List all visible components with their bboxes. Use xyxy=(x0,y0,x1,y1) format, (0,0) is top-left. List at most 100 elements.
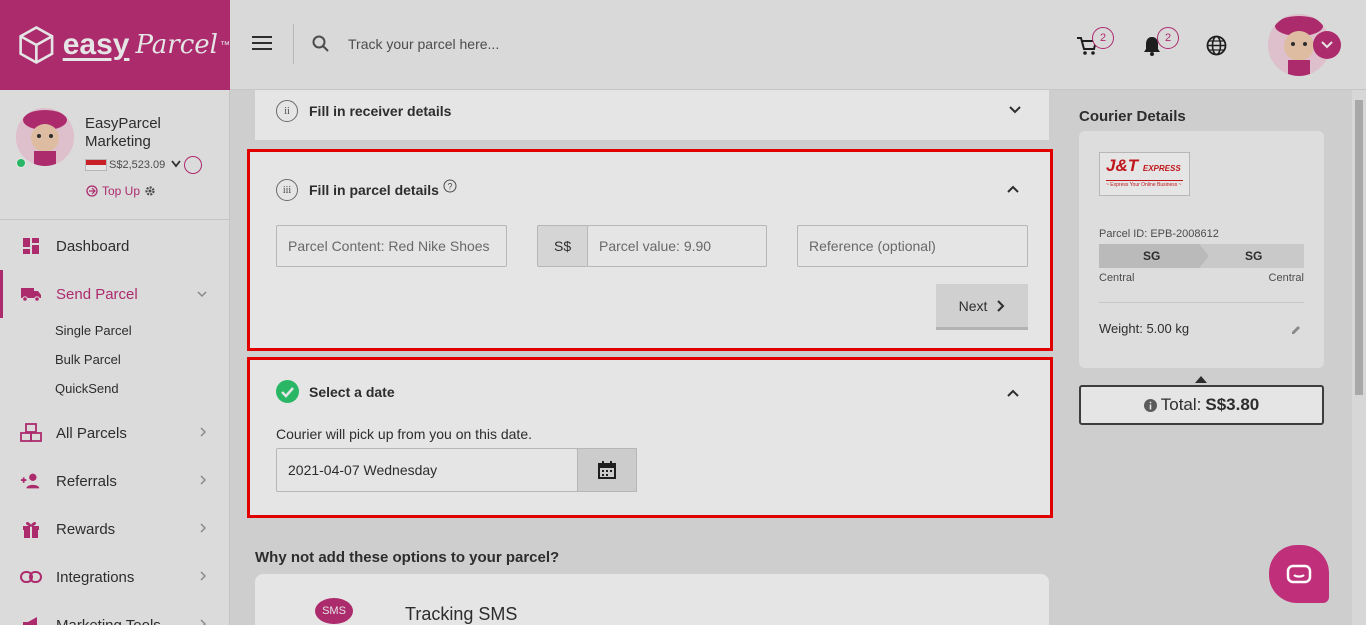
sidebar-item-marketing-tools[interactable]: Marketing Tools xyxy=(0,601,229,625)
sidebar-item-label: Referrals xyxy=(56,472,117,490)
chevron-right-icon xyxy=(200,618,207,625)
track-search-input[interactable] xyxy=(348,30,848,58)
calendar-button[interactable] xyxy=(577,448,637,492)
boxes-icon xyxy=(20,423,42,443)
sidebar-item-label: Marketing Tools xyxy=(56,616,161,625)
tracking-sms-option[interactable]: SMS Tracking SMS xyxy=(255,574,1049,625)
step-number: iii xyxy=(276,179,298,201)
chevron-up-icon[interactable] xyxy=(1007,183,1019,195)
chevron-right-icon xyxy=(200,474,207,488)
history-icon[interactable] xyxy=(184,156,202,174)
chevron-up-icon[interactable] xyxy=(1007,387,1019,399)
online-status-dot xyxy=(16,158,26,168)
total-value: S$3.80 xyxy=(1205,395,1260,414)
chevron-right-icon xyxy=(997,299,1005,312)
from-region: Central xyxy=(1099,272,1135,284)
dashboard-icon xyxy=(20,236,42,256)
chevron-down-icon[interactable] xyxy=(1009,104,1021,116)
sidebar-item-rewards[interactable]: Rewards xyxy=(0,505,229,553)
info-icon[interactable] xyxy=(1143,398,1157,412)
sidebar-item-label: Dashboard xyxy=(56,237,130,255)
megaphone-icon xyxy=(20,615,42,625)
sidebar-item-all-parcels[interactable]: All Parcels xyxy=(0,409,229,457)
main-content: ii Fill in receiver details iii Fill in … xyxy=(230,90,1366,625)
parcel-content-input[interactable] xyxy=(276,225,507,267)
total-pointer xyxy=(1195,376,1207,383)
next-button[interactable]: Next xyxy=(936,284,1028,330)
sidebar-item-send-parcel[interactable]: Send Parcel xyxy=(0,270,229,318)
sidebar-item-label: Send Parcel xyxy=(56,285,138,303)
box-logo-icon xyxy=(19,26,54,64)
sidebar-item-dashboard[interactable]: Dashboard xyxy=(0,222,229,270)
sidebar-subitem-quicksend[interactable]: QuickSend xyxy=(0,374,229,403)
notification-count-badge: 2 xyxy=(1157,27,1179,49)
sidebar-item-integrations[interactable]: Integrations xyxy=(0,553,229,601)
sidebar-item-referrals[interactable]: Referrals xyxy=(0,457,229,505)
step-number: ii xyxy=(276,100,298,122)
currency-addon: S$ xyxy=(537,225,588,267)
gear-icon[interactable] xyxy=(144,185,156,197)
chat-button[interactable] xyxy=(1269,545,1329,603)
total-box: Total: S$3.80 xyxy=(1079,385,1324,425)
check-circle-icon xyxy=(276,380,299,403)
parcel-id: Parcel ID: EPB-2008612 xyxy=(1099,228,1219,240)
reference-input[interactable] xyxy=(797,225,1028,267)
search-icon xyxy=(312,35,329,52)
account-balance: S$2,523.09 xyxy=(109,159,166,171)
select-date-section: Select a date Courier will pick up from … xyxy=(249,360,1051,516)
pickup-date-input[interactable]: 2021-04-07 Wednesday xyxy=(276,448,578,492)
divider xyxy=(1099,302,1304,303)
courier-logo-text: J&T xyxy=(1106,156,1139,175)
sidebar-subitem-bulk-parcel[interactable]: Bulk Parcel xyxy=(0,345,229,374)
top-up-label: Top Up xyxy=(102,184,141,198)
globe-icon[interactable] xyxy=(1206,35,1227,56)
courier-logo: J&T EXPRESS ~ Express Your Online Busine… xyxy=(1099,152,1190,196)
sidebar: EasyParcel Marketing S$2,523.09 Top Up D… xyxy=(0,90,230,625)
top-up-link[interactable]: Top Up xyxy=(86,184,156,198)
chat-icon xyxy=(1286,564,1312,584)
options-heading: Why not add these options to your parcel… xyxy=(255,549,560,566)
menu-icon[interactable] xyxy=(252,36,272,54)
sms-badge: SMS xyxy=(315,598,353,624)
parcel-details-section: iii Fill in parcel details ? S$ Next xyxy=(249,152,1051,350)
parcel-weight: Weight: 5.00 kg xyxy=(1099,321,1190,336)
avatar-illustration-icon xyxy=(16,108,74,166)
chevron-right-icon xyxy=(200,522,207,536)
to-region: Central xyxy=(1268,272,1304,284)
profile-name: EasyParcel Marketing xyxy=(85,115,161,150)
step-title: Select a date xyxy=(309,384,395,400)
step-title: Fill in receiver details xyxy=(309,103,452,119)
chevron-down-icon xyxy=(1321,41,1333,49)
step-header: Fill in parcel details ? xyxy=(309,179,457,198)
top-bar: 2 2 xyxy=(230,0,1366,90)
calendar-icon xyxy=(598,461,616,479)
chevron-right-icon xyxy=(200,570,207,584)
courier-heading: Courier Details xyxy=(1079,108,1186,125)
logo-word: easy xyxy=(62,28,130,61)
receiver-details-section[interactable]: ii Fill in receiver details xyxy=(255,90,1049,140)
balance-chevron-icon[interactable] xyxy=(171,160,181,171)
page-scrollbar[interactable] xyxy=(1352,90,1366,625)
logo[interactable]: easy Parcel ™ xyxy=(0,0,230,90)
date-description: Courier will pick up from you on this da… xyxy=(276,426,532,442)
truck-icon xyxy=(20,284,42,304)
profile-avatar xyxy=(16,108,74,166)
sidebar-item-label: All Parcels xyxy=(56,424,127,442)
sidebar-item-label: Integrations xyxy=(56,568,135,586)
scrollbar-thumb[interactable] xyxy=(1355,100,1363,395)
from-country: SG xyxy=(1143,249,1161,263)
sidebar-subitem-single-parcel[interactable]: Single Parcel xyxy=(0,316,229,345)
total-label: Total: xyxy=(1160,395,1202,414)
to-country: SG xyxy=(1245,249,1263,263)
avatar-dropdown-button[interactable] xyxy=(1313,31,1341,59)
step-title: Fill in parcel details xyxy=(309,182,439,198)
link-icon xyxy=(20,567,42,587)
edit-pencil-icon[interactable] xyxy=(1290,324,1302,336)
help-icon[interactable]: ? xyxy=(443,179,457,193)
cart-count-badge: 2 xyxy=(1092,27,1114,49)
next-label: Next xyxy=(958,297,988,314)
option-title: Tracking SMS xyxy=(405,604,518,624)
parcel-value-input[interactable] xyxy=(587,225,767,267)
top-up-icon xyxy=(86,185,98,197)
logo-script: Parcel xyxy=(135,30,218,60)
